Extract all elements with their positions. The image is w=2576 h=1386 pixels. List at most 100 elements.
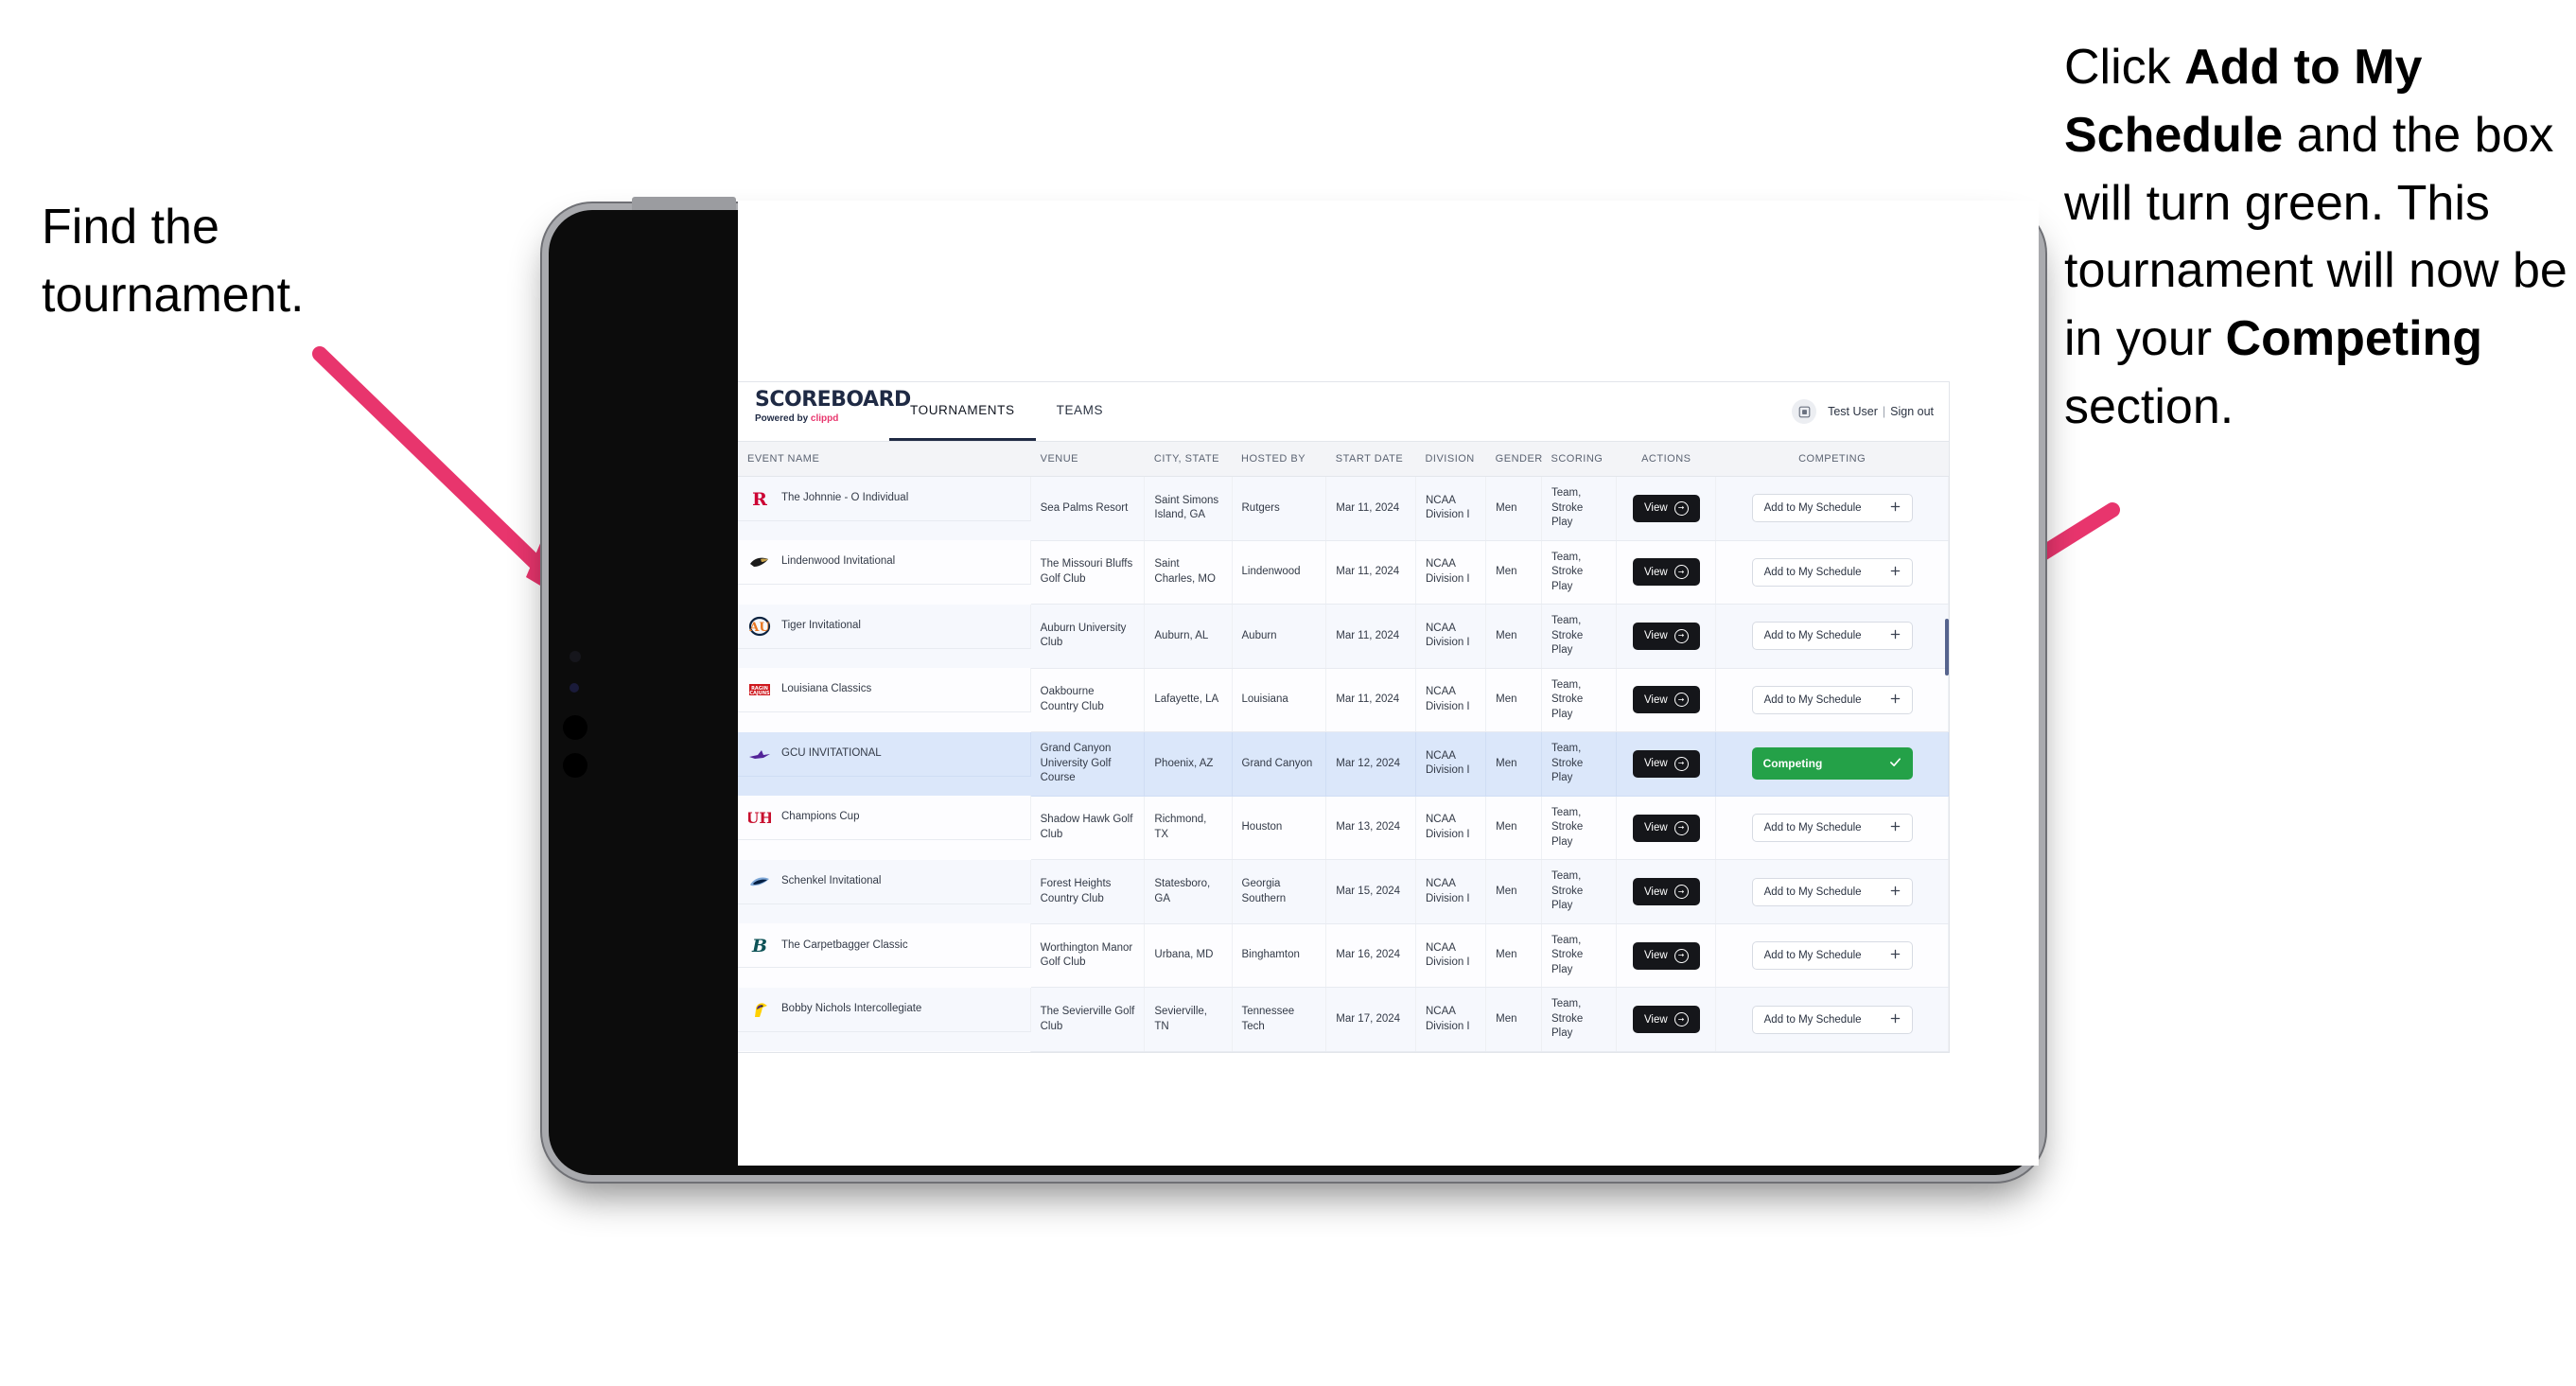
column-scoring[interactable]: SCORING <box>1541 442 1617 477</box>
table-row[interactable]: UH Champions Cup Shadow Hawk Golf Club R… <box>738 796 1949 861</box>
column-competing[interactable]: COMPETING <box>1715 442 1949 477</box>
table-row[interactable]: Schenkel Invitational Forest Heights Cou… <box>738 859 1949 924</box>
table-row[interactable]: RAGIN CAJUNS Louisiana Classics Oakbourne… <box>738 668 1949 733</box>
cell-scoring: Team, Stroke Play <box>1541 923 1618 989</box>
view-button[interactable]: View ➞ <box>1632 494 1700 522</box>
vertical-scrollbar[interactable] <box>1945 619 1949 675</box>
cell-city-state: Phoenix, AZ <box>1144 731 1233 797</box>
cell-competing: Add to My Schedule <box>1715 859 1949 924</box>
cell-event-name: Bobby Nichols Intercollegiate <box>738 987 1031 1032</box>
grand-canyon-logo <box>747 742 772 766</box>
add-to-my-schedule-button[interactable]: Add to My Schedule <box>1751 814 1913 842</box>
add-to-my-schedule-button[interactable]: Add to My Schedule <box>1751 557 1913 587</box>
powered-brand: clippd <box>810 413 839 424</box>
view-label: View <box>1643 1013 1668 1026</box>
cell-actions: View ➞ <box>1616 796 1717 861</box>
table-row[interactable]: R The Johnnie - O Individual Sea Palms R… <box>738 476 1949 541</box>
view-button[interactable]: View ➞ <box>1632 1006 1700 1034</box>
arrow-right-circle-icon: ➞ <box>1674 756 1689 771</box>
cell-city-state: Urbana, MD <box>1144 923 1233 989</box>
cell-competing: Add to My Schedule <box>1715 476 1949 541</box>
cell-event-name: GCU INVITATIONAL <box>738 731 1031 777</box>
cell-competing: Add to My Schedule <box>1715 796 1949 861</box>
svg-text:AU: AU <box>748 621 770 635</box>
cell-competing: Competing <box>1715 731 1949 797</box>
view-button[interactable]: View ➞ <box>1632 878 1700 906</box>
svg-text:CAJUNS: CAJUNS <box>749 691 770 696</box>
brand-powered-by: Powered by clippd <box>755 413 889 424</box>
column-venue[interactable]: VENUE <box>1030 442 1145 477</box>
user-badge-icon[interactable] <box>1792 399 1817 424</box>
add-to-my-schedule-button[interactable]: Add to My Schedule <box>1751 494 1913 523</box>
table-header-row: EVENT NAME VENUE CITY, STATE HOSTED BY S… <box>738 442 1949 477</box>
view-button[interactable]: View ➞ <box>1632 941 1700 970</box>
table-row[interactable]: Lindenwood Invitational The Missouri Blu… <box>738 540 1949 605</box>
cell-city-state: Statesboro, GA <box>1144 859 1233 924</box>
view-button[interactable]: View ➞ <box>1632 622 1700 650</box>
column-start-date[interactable]: START DATE <box>1325 442 1416 477</box>
column-event-name[interactable]: EVENT NAME <box>738 442 1031 477</box>
competing-button[interactable]: Competing <box>1751 747 1913 781</box>
cell-gender: Men <box>1485 859 1543 924</box>
louisiana-logo: RAGIN CAJUNS <box>747 677 772 702</box>
tab-teams-label: TEAMS <box>1056 403 1104 417</box>
add-to-my-schedule-button[interactable]: Add to My Schedule <box>1751 1005 1913 1034</box>
column-hosted-by[interactable]: HOSTED BY <box>1232 442 1326 477</box>
plus-icon <box>1890 1013 1901 1026</box>
annotation-left-line1: Find the <box>42 200 219 254</box>
cell-division: NCAA Division I <box>1415 1051 1487 1052</box>
column-gender[interactable]: GENDER <box>1485 442 1542 477</box>
view-button[interactable]: View ➞ <box>1632 686 1700 714</box>
cell-city-state: Saint Simons Island, GA <box>1144 476 1233 541</box>
competing-label: Competing <box>1762 757 1823 771</box>
volume-up-button[interactable] <box>563 715 587 740</box>
svg-text:B: B <box>751 936 767 956</box>
tab-teams[interactable]: TEAMS <box>1036 382 1125 441</box>
table-row[interactable]: GCU INVITATIONAL Grand Canyon University… <box>738 731 1949 797</box>
event-name-label: Louisiana Classics <box>781 683 872 695</box>
cell-city-state: Saint Charles, MO <box>1144 540 1233 605</box>
add-to-my-schedule-label: Add to My Schedule <box>1763 693 1862 706</box>
plus-icon <box>1890 566 1901 579</box>
cell-gender: Men <box>1485 476 1543 541</box>
view-label: View <box>1643 822 1668 833</box>
plus-icon <box>1890 821 1901 834</box>
view-button[interactable]: View ➞ <box>1632 814 1700 842</box>
view-button[interactable]: View ➞ <box>1632 749 1700 778</box>
add-to-my-schedule-button[interactable]: Add to My Schedule <box>1751 622 1913 651</box>
cell-scoring: Team, Stroke Play <box>1541 731 1618 797</box>
view-label: View <box>1643 630 1668 642</box>
cell-city-state: Auburn, AL <box>1144 604 1233 669</box>
sign-out-link[interactable]: Sign out <box>1890 405 1934 418</box>
add-to-my-schedule-button[interactable]: Add to My Schedule <box>1751 941 1913 971</box>
tablet-screen: SCOREBOARD Powered by clippd TOURNAMENTS… <box>738 201 2039 1166</box>
cell-competing: Add to My Schedule <box>1715 540 1949 605</box>
brand-logo[interactable]: SCOREBOARD Powered by clippd <box>738 382 911 441</box>
annotation-right-part1: Click <box>2064 40 2185 95</box>
column-city-state[interactable]: CITY, STATE <box>1144 442 1232 477</box>
view-button[interactable]: View ➞ <box>1632 558 1700 587</box>
user-name[interactable]: Test User <box>1828 405 1878 418</box>
column-actions[interactable]: ACTIONS <box>1616 442 1716 477</box>
add-to-my-schedule-label: Add to My Schedule <box>1763 950 1862 962</box>
table-row[interactable]: KS Linger Longer Invitational Great Wate… <box>738 1051 1949 1052</box>
table-row[interactable]: AU Tiger Invitational Auburn University … <box>738 604 1949 669</box>
cell-start-date: Mar 11, 2024 <box>1325 604 1416 669</box>
cell-venue: Great Waters Course At Reynolds Lake Oco… <box>1030 1051 1146 1052</box>
add-to-my-schedule-button[interactable]: Add to My Schedule <box>1751 877 1913 906</box>
tennessee-tech-logo <box>747 997 772 1022</box>
column-division[interactable]: DIVISION <box>1415 442 1486 477</box>
cell-division: NCAA Division I <box>1415 731 1487 797</box>
cell-venue: Sea Palms Resort <box>1030 476 1146 541</box>
cell-actions: View ➞ <box>1616 540 1717 605</box>
cell-venue: Forest Heights Country Club <box>1030 859 1146 924</box>
cell-scoring: Team, Stroke Play <box>1541 859 1618 924</box>
header-spacer <box>1124 382 1792 441</box>
volume-down-button[interactable] <box>563 753 587 778</box>
table-row[interactable]: B The Carpetbagger Classic Worthington M… <box>738 923 1949 989</box>
add-to-my-schedule-button[interactable]: Add to My Schedule <box>1751 685 1913 714</box>
table-row[interactable]: Bobby Nichols Intercollegiate The Sevier… <box>738 987 1949 1052</box>
cell-start-date: Mar 11, 2024 <box>1325 540 1416 605</box>
annotation-right-part3: section. <box>2064 378 2234 434</box>
tab-tournaments[interactable]: TOURNAMENTS <box>889 382 1036 441</box>
